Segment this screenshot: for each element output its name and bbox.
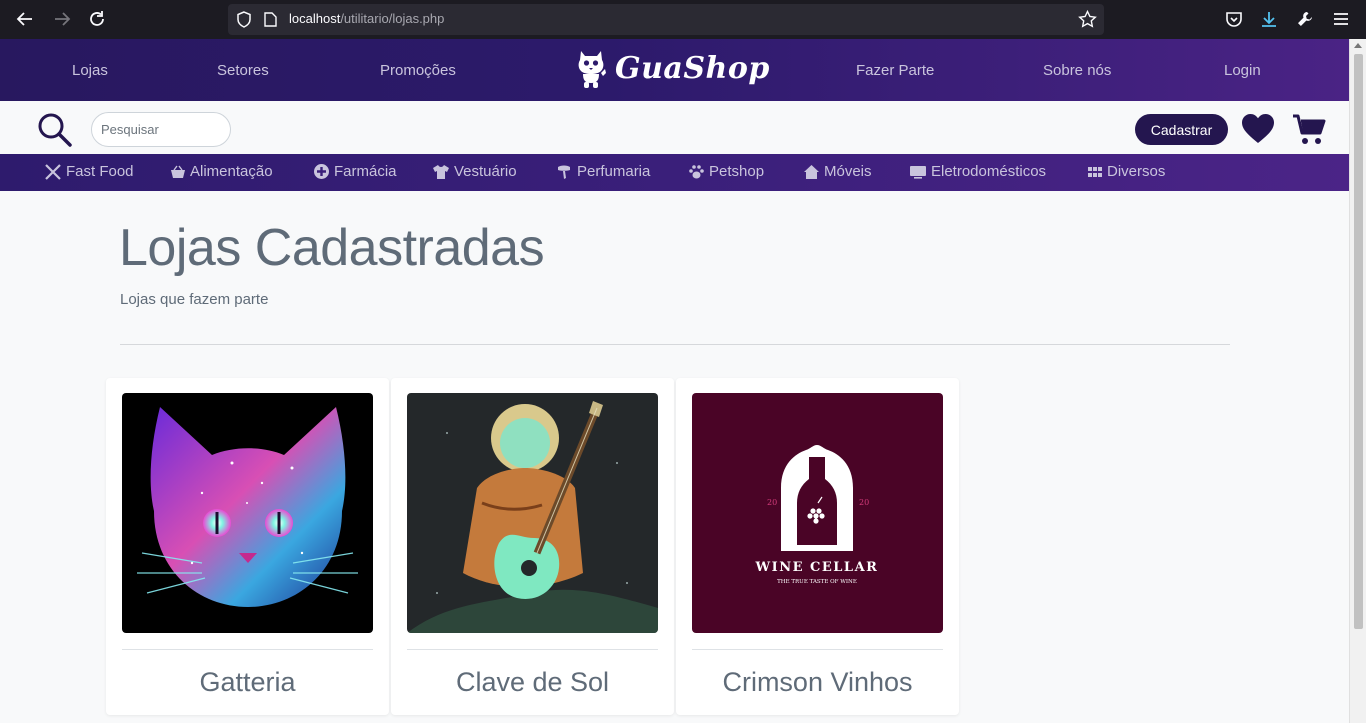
wrench-icon[interactable] (1295, 9, 1315, 29)
category-label: Farmácia (334, 163, 397, 180)
store-card-crimson-vinhos[interactable]: 20 20 WINE CELLAR THE TRUE TASTE OF WINE… (676, 378, 959, 715)
page-scrollbar[interactable] (1349, 39, 1366, 723)
logo-year-right: 20 (859, 498, 869, 507)
wine-cellar-logo-image[interactable]: 20 20 WINE CELLAR THE TRUE TASTE OF WINE (692, 393, 943, 633)
category-moveis[interactable]: Móveis (803, 163, 872, 180)
page-subtitle: Lojas que fazem parte (120, 291, 269, 308)
card-divider (692, 649, 943, 650)
card-divider (407, 649, 658, 650)
search-input[interactable] (91, 112, 231, 147)
store-name[interactable]: Crimson Vinhos (676, 667, 959, 698)
store-name[interactable]: Gatteria (106, 667, 389, 698)
category-label: Perfumaria (577, 163, 651, 180)
category-alimentacao[interactable]: Alimentação (170, 163, 273, 180)
category-label: Móveis (824, 163, 872, 180)
nav-fazer-parte[interactable]: Fazer Parte (856, 62, 934, 79)
tshirt-icon (433, 164, 449, 179)
forward-icon[interactable] (51, 8, 73, 30)
reload-icon[interactable] (86, 8, 108, 30)
astronaut-guitar-image[interactable] (407, 393, 658, 633)
address-bar[interactable]: localhost/utilitario/lojas.php (228, 4, 1104, 35)
menu-icon[interactable] (1331, 9, 1351, 29)
heart-icon[interactable] (1241, 113, 1275, 149)
nav-setores[interactable]: Setores (217, 62, 269, 79)
basket-icon (171, 165, 185, 178)
category-label: Petshop (709, 163, 765, 180)
nav-login[interactable]: Login (1224, 62, 1261, 79)
category-petshop[interactable]: Petshop (688, 163, 764, 180)
page-title: Lojas Cadastradas (119, 219, 545, 277)
downloads-icon[interactable] (1259, 9, 1279, 29)
category-label: Eletrodomésticos (931, 163, 1047, 180)
category-vestuario[interactable]: Vestuário (432, 163, 517, 180)
store-card-gatteria[interactable]: Gatteria (106, 378, 389, 715)
tv-icon (910, 165, 926, 179)
galaxy-cat-image[interactable] (122, 393, 373, 633)
category-label: Alimentação (190, 163, 273, 180)
section-divider (120, 344, 1230, 345)
register-button[interactable]: Cadastrar (1135, 114, 1228, 145)
category-farmacia[interactable]: Farmácia (313, 163, 397, 180)
scroll-up-arrow-icon[interactable] (1354, 43, 1362, 48)
brand-name: GuaShop (615, 50, 770, 86)
category-perfumaria[interactable]: Perfumaria (555, 163, 650, 180)
back-icon[interactable] (14, 8, 36, 30)
nav-sobre-nos[interactable]: Sobre nós (1043, 62, 1111, 79)
card-divider (122, 649, 373, 650)
brand-logo[interactable]: GuaShop (575, 46, 770, 90)
cat-mascot-icon (578, 51, 606, 88)
category-diversos[interactable]: Diversos (1087, 163, 1165, 180)
shopping-cart-icon[interactable] (1292, 113, 1326, 151)
category-bar: Fast Food Alimentação Farmácia Vestuário… (0, 154, 1349, 191)
nav-lojas[interactable]: Lojas (72, 62, 108, 79)
category-label: Vestuário (454, 163, 517, 180)
logo-year-left: 20 (767, 498, 777, 507)
store-card-clave-de-sol[interactable]: Clave de Sol (391, 378, 674, 715)
category-fast-food[interactable]: Fast Food (44, 163, 134, 180)
category-label: Fast Food (66, 163, 134, 180)
page-icon[interactable] (264, 12, 277, 31)
utensils-icon (45, 163, 61, 180)
url-text: localhost/utilitario/lojas.php (289, 11, 444, 26)
search-icon[interactable] (37, 112, 73, 152)
pocket-icon[interactable] (1224, 9, 1244, 29)
medical-cross-icon (314, 164, 329, 179)
shield-icon[interactable] (236, 11, 252, 32)
bookmark-star-icon[interactable] (1078, 9, 1097, 33)
browser-toolbar: localhost/utilitario/lojas.php (0, 0, 1366, 39)
url-path: /utilitario/lojas.php (340, 11, 445, 26)
home-icon (804, 164, 819, 179)
logo-text: WINE CELLAR (755, 560, 879, 575)
category-eletrodomesticos[interactable]: Eletrodomésticos (909, 163, 1046, 180)
paw-icon (689, 164, 704, 178)
logo-tagline: THE TRUE TASTE OF WINE (777, 579, 857, 585)
store-name[interactable]: Clave de Sol (391, 667, 674, 698)
scroll-thumb[interactable] (1354, 54, 1363, 629)
spray-icon (558, 165, 570, 179)
top-navbar: Lojas Setores Promoções GuaShop Fazer Pa… (0, 39, 1349, 101)
grid-icon (1088, 166, 1102, 177)
category-label: Diversos (1107, 163, 1166, 180)
url-host: localhost (289, 11, 341, 26)
nav-promocoes[interactable]: Promoções (380, 62, 456, 79)
